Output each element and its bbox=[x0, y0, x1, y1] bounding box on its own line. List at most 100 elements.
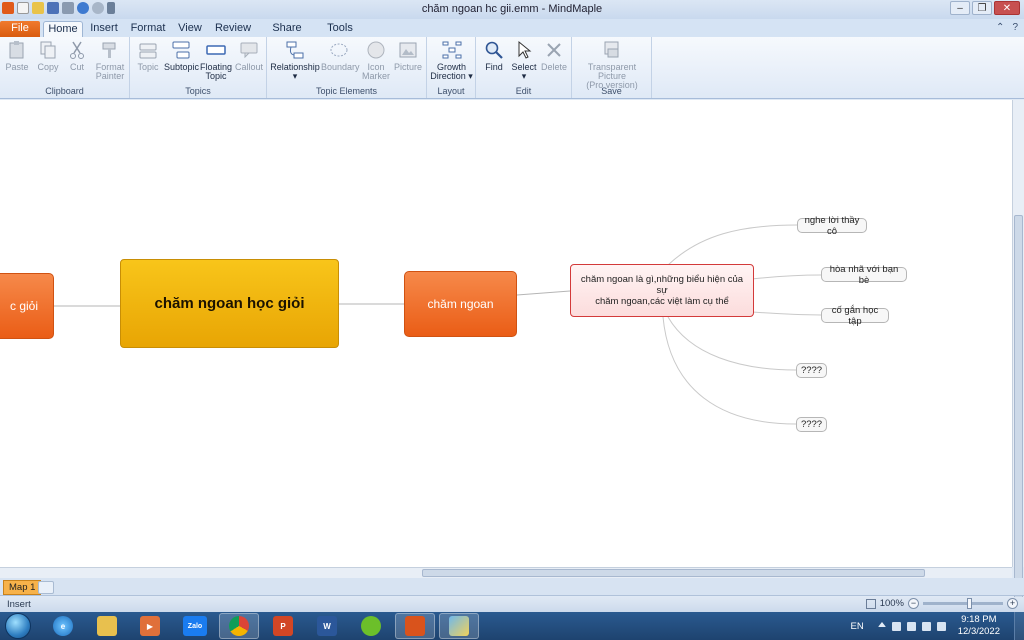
show-desktop-button[interactable] bbox=[1014, 612, 1024, 640]
taskbar-chrome[interactable] bbox=[219, 613, 259, 639]
tab-insert[interactable]: Insert bbox=[88, 21, 120, 37]
horizontal-scroll-thumb[interactable] bbox=[422, 569, 925, 577]
map-tab-bar: Map 1 bbox=[0, 578, 1024, 596]
chrome-icon bbox=[229, 616, 249, 636]
floating-topic-button[interactable]: Floating Topic bbox=[200, 40, 232, 81]
folder-icon bbox=[97, 616, 117, 636]
network-icon[interactable] bbox=[906, 621, 916, 631]
start-button[interactable] bbox=[5, 613, 31, 639]
tab-file[interactable]: File bbox=[0, 21, 40, 37]
delete-icon bbox=[547, 43, 561, 57]
icon-marker-button[interactable]: Icon Marker bbox=[361, 40, 391, 81]
restore-button[interactable]: ❐ bbox=[972, 1, 992, 15]
boundary-button[interactable]: Boundary bbox=[321, 40, 360, 72]
picture-icon bbox=[399, 42, 417, 58]
tab-view[interactable]: View bbox=[176, 21, 204, 37]
taskbar-mindmaple[interactable] bbox=[395, 613, 435, 639]
windows-taskbar: e ▶ Zalo P W EN 9:18 PM 12/3/2022 bbox=[0, 612, 1024, 640]
minimize-ribbon-icon[interactable]: ⌃ bbox=[996, 22, 1004, 33]
system-tray: EN 9:18 PM 12/3/2022 bbox=[851, 612, 1024, 640]
leaf-topic-5[interactable]: ???? bbox=[796, 417, 827, 432]
group-label-topics: Topics bbox=[185, 86, 211, 96]
vertical-scroll-thumb[interactable] bbox=[1014, 215, 1023, 640]
vertical-scrollbar[interactable] bbox=[1012, 100, 1024, 640]
tab-format[interactable]: Format bbox=[130, 21, 166, 37]
leaf-topic-2[interactable]: hòa nhã với bạn bè bbox=[821, 264, 907, 286]
copy-button[interactable]: Copy bbox=[34, 40, 62, 72]
volume-icon[interactable] bbox=[921, 621, 931, 631]
green-app-icon bbox=[361, 616, 381, 636]
select-button[interactable]: Select ▾ bbox=[510, 40, 538, 81]
help-icon[interactable]: ? bbox=[1012, 22, 1018, 33]
tab-review[interactable]: Review bbox=[214, 21, 252, 37]
map-tab-map1[interactable]: Map 1 bbox=[3, 580, 42, 595]
paste-button[interactable]: Paste bbox=[3, 40, 31, 72]
picture-button[interactable]: Picture bbox=[393, 40, 423, 72]
language-indicator[interactable]: EN bbox=[851, 621, 864, 632]
group-label-clipboard: Clipboard bbox=[45, 86, 84, 96]
mindmap-canvas[interactable]: c giỏi chăm ngoan học giỏi chăm ngoan ch… bbox=[0, 100, 1012, 567]
paste-icon bbox=[9, 41, 24, 59]
subtopic-icon bbox=[172, 41, 190, 59]
taskbar-ie[interactable]: e bbox=[43, 613, 83, 639]
group-label-edit: Edit bbox=[515, 86, 532, 96]
smiley-icon bbox=[367, 41, 385, 59]
subtopic-line-2: chăm ngoan,các việt làm cụ thể bbox=[595, 296, 729, 307]
topic-partial-left[interactable]: c giỏi bbox=[0, 273, 54, 339]
subtopic-button[interactable]: Subtopic bbox=[164, 40, 199, 72]
minimize-button[interactable]: – bbox=[950, 1, 970, 15]
mindmaple-icon bbox=[405, 616, 425, 636]
magnifier-icon bbox=[485, 41, 503, 59]
tab-tools[interactable]: Tools bbox=[324, 21, 356, 37]
leaf-topic-4[interactable]: ???? bbox=[796, 363, 827, 378]
main-topic-cham-ngoan[interactable]: chăm ngoan bbox=[404, 271, 517, 337]
status-bar: Insert 100% − + bbox=[0, 597, 1024, 612]
relationship-button[interactable]: Relationship ▾ bbox=[270, 40, 320, 81]
topic-button[interactable]: Topic bbox=[134, 40, 162, 72]
cut-button[interactable]: Cut bbox=[64, 40, 90, 72]
growth-direction-button[interactable]: Growth Direction ▾ bbox=[429, 40, 474, 81]
taskbar-paint[interactable] bbox=[439, 613, 479, 639]
growth-direction-icon bbox=[442, 41, 461, 59]
brush-icon bbox=[102, 42, 116, 58]
leaf-topic-3[interactable]: cố gắn học tập bbox=[821, 305, 889, 327]
taskbar-media[interactable]: ▶ bbox=[130, 613, 170, 639]
taskbar-zalo[interactable]: Zalo bbox=[175, 613, 215, 639]
find-button[interactable]: Find bbox=[480, 40, 508, 72]
zoom-slider[interactable] bbox=[923, 598, 1003, 609]
clock-date: 12/3/2022 bbox=[957, 626, 1000, 637]
transparent-picture-button[interactable]: Transparent Picture (Pro version) bbox=[574, 40, 650, 90]
flag-icon[interactable] bbox=[891, 621, 901, 631]
power-icon[interactable] bbox=[936, 621, 946, 631]
leaf-topic-1[interactable]: nghe lời thầy cô bbox=[797, 215, 867, 237]
ribbon-right-controls: ⌃ ? bbox=[996, 22, 1018, 33]
fit-map-icon[interactable] bbox=[865, 598, 876, 609]
taskbar-powerpoint[interactable]: P bbox=[263, 613, 303, 639]
add-map-icon[interactable] bbox=[38, 581, 54, 594]
tab-share[interactable]: Share (Beta) bbox=[262, 21, 312, 49]
central-topic[interactable]: chăm ngoan học giỏi bbox=[120, 259, 339, 348]
zoom-out-button[interactable]: − bbox=[908, 598, 919, 609]
media-player-icon: ▶ bbox=[140, 616, 160, 636]
callout-button[interactable]: Callout bbox=[234, 40, 264, 72]
zoom-in-button[interactable]: + bbox=[1007, 598, 1018, 609]
taskbar-explorer[interactable] bbox=[87, 613, 127, 639]
group-edit: Find Select ▾ Delete Edit bbox=[476, 37, 572, 98]
main-topic-label: chăm ngoan bbox=[427, 297, 494, 311]
callout-icon bbox=[240, 42, 258, 59]
floating-topic-icon bbox=[206, 45, 226, 55]
zalo-icon: Zalo bbox=[183, 616, 207, 636]
internet-explorer-icon: e bbox=[53, 616, 73, 636]
delete-button[interactable]: Delete bbox=[540, 40, 568, 72]
zoom-slider-knob[interactable] bbox=[967, 598, 972, 609]
taskbar-app-green[interactable] bbox=[351, 613, 391, 639]
format-painter-button[interactable]: Format Painter bbox=[92, 40, 128, 81]
close-button[interactable]: ✕ bbox=[994, 1, 1020, 15]
subtopic-description[interactable]: chăm ngoan là gì,những biểu hiện của sự … bbox=[570, 264, 754, 317]
taskbar-word[interactable]: W bbox=[307, 613, 347, 639]
tab-home[interactable]: Home bbox=[43, 21, 83, 37]
show-hidden-icons-icon[interactable] bbox=[877, 621, 886, 627]
clock-time: 9:18 PM bbox=[961, 614, 997, 625]
clock[interactable]: 9:18 PM 12/3/2022 bbox=[958, 614, 1000, 638]
horizontal-scrollbar[interactable] bbox=[0, 567, 1012, 578]
